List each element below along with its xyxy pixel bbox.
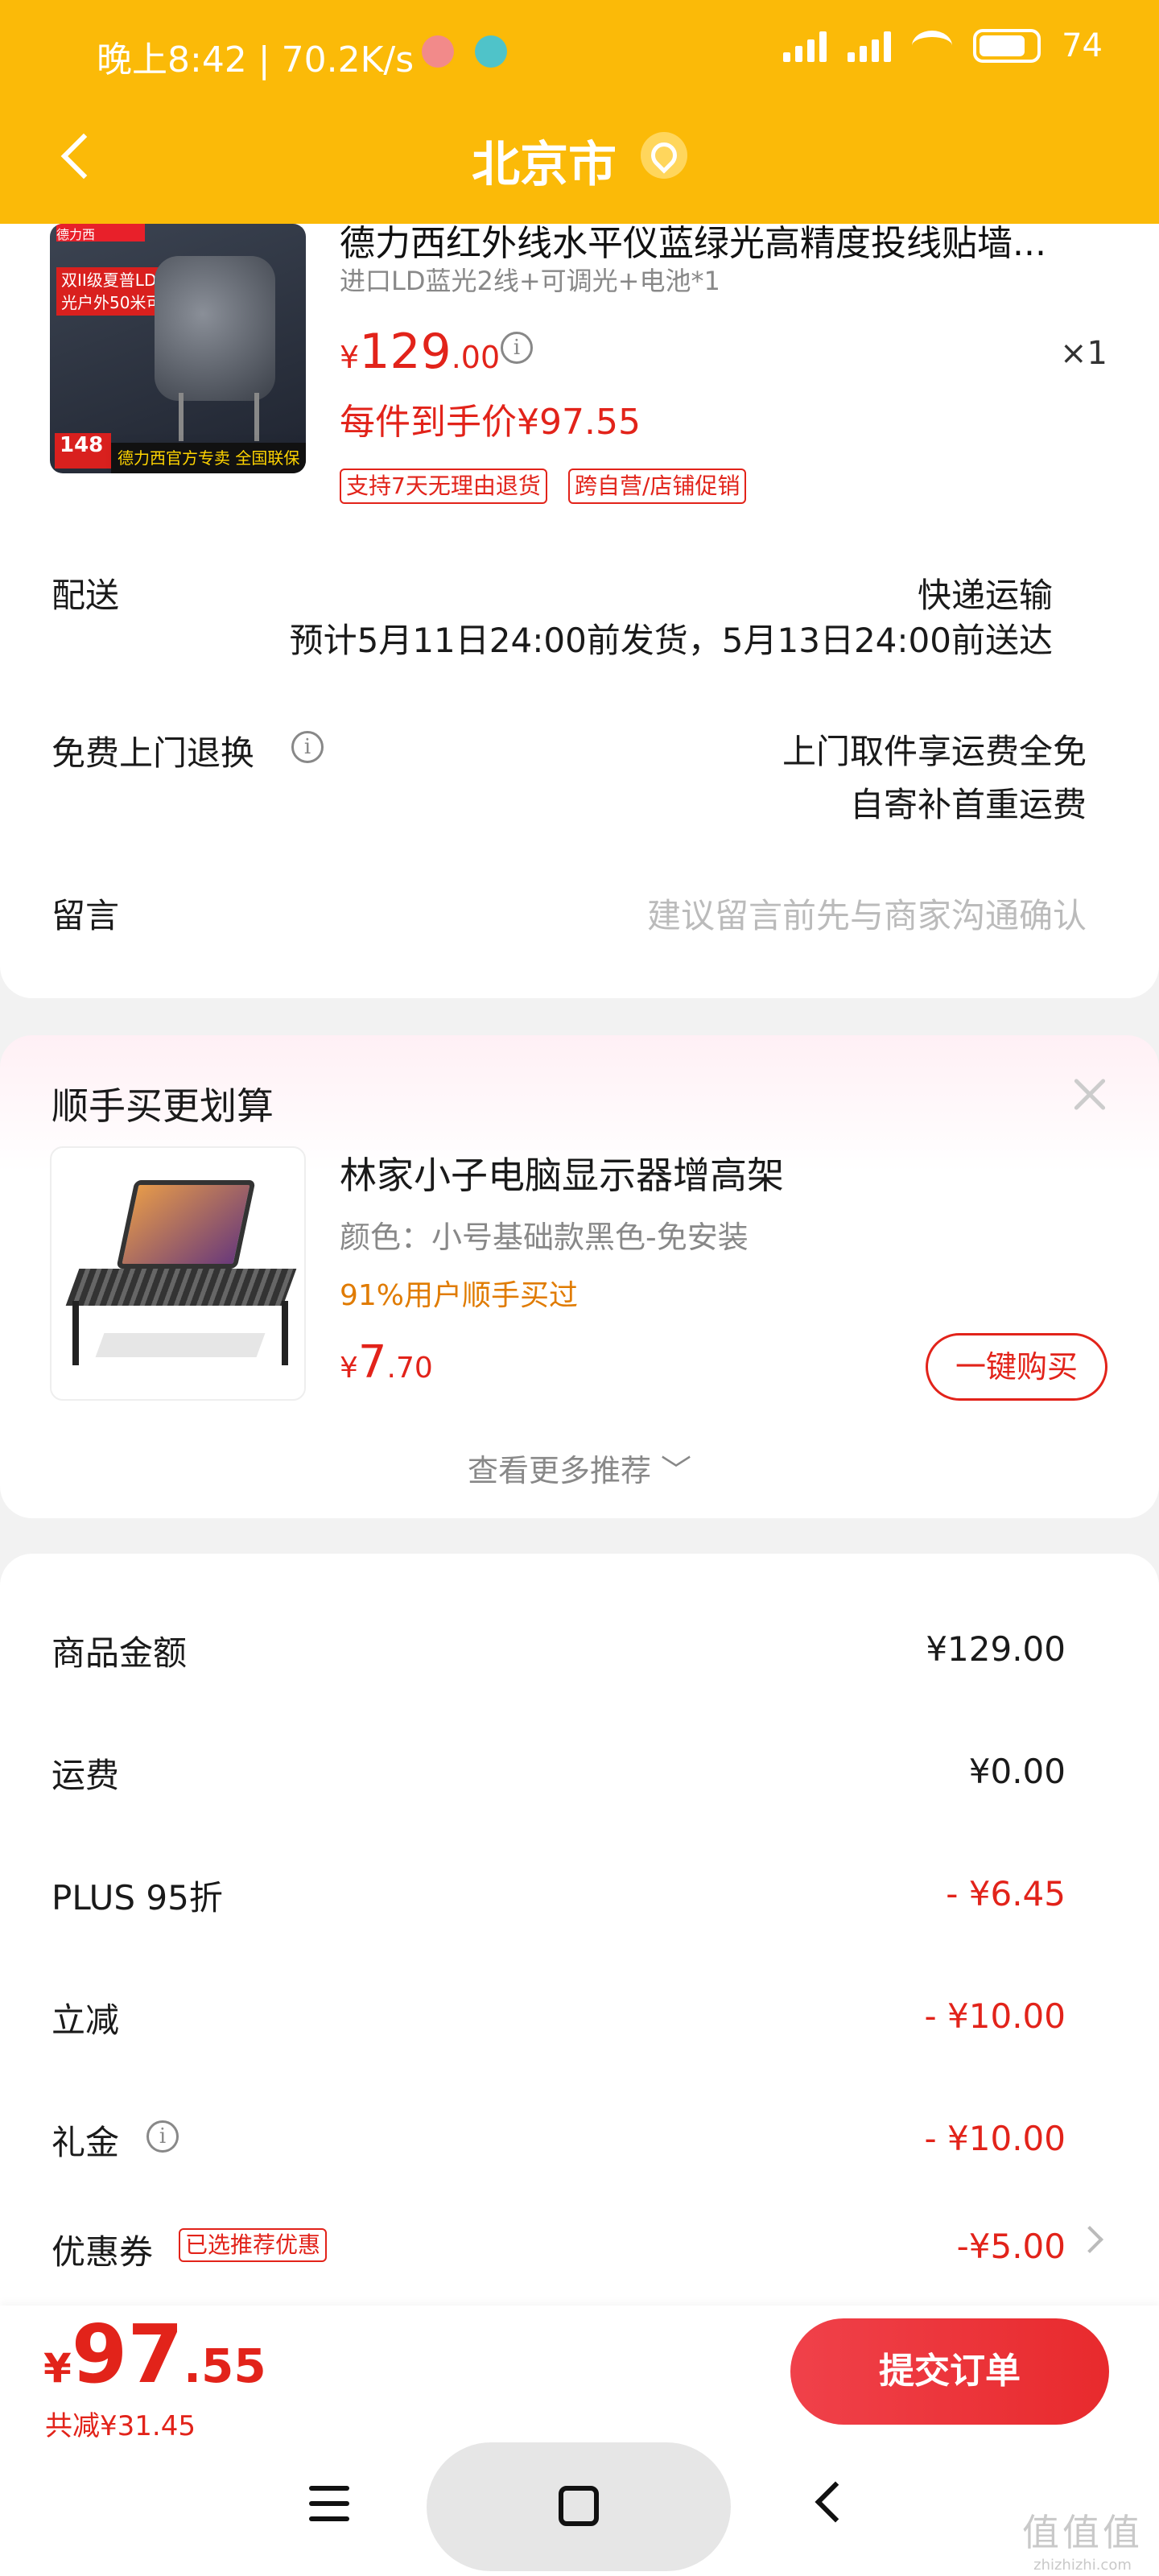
menu-icon[interactable]	[309, 2486, 349, 2521]
one-click-buy-button[interactable]: 一键购买	[926, 1333, 1107, 1401]
app-notification-icon	[475, 35, 507, 68]
return-service-label: 免费上门退换	[52, 733, 255, 773]
total-saved: 共减¥31.45	[45, 2410, 196, 2442]
laptop-graphic	[116, 1180, 256, 1269]
summary-value-discount: - ¥10.00	[924, 1996, 1066, 2036]
summary-label-goods: 商品金额	[52, 1633, 188, 1673]
signal-2-icon	[848, 30, 892, 62]
summary-label-discount: 立减	[52, 2000, 120, 2040]
app-header: 晚上8:42 | 70.2K/s 74 北京市	[0, 0, 1159, 224]
delivery-eta[interactable]: 预计5月11日24:00前发货，5月13日24:00前送达	[290, 613, 1053, 663]
delivery-label: 配送	[52, 576, 120, 615]
battery-level: 74	[1062, 27, 1103, 64]
product-image-footer: 德力西官方专卖 全国联保	[111, 443, 306, 473]
return-policy-tag: 支持7天无理由退货	[340, 469, 547, 504]
status-time: 晚上8:42 | 70.2K/s	[97, 39, 415, 80]
message-input[interactable]: 建议留言前先与商家沟通确认	[647, 889, 1087, 938]
watermark-logo: 值值值	[1022, 2511, 1143, 2554]
status-icons: 74	[783, 27, 1103, 64]
laser-level-graphic	[155, 256, 275, 401]
summary-label-plus: PLUS 95折	[52, 1878, 223, 1918]
location-icon[interactable]	[641, 132, 687, 179]
more-recommend-link[interactable]: 查看更多推荐 ﹀	[0, 1446, 1159, 1490]
return-service-line2: 自寄补首重运费	[849, 785, 1087, 824]
message-label: 留言	[52, 896, 120, 935]
signal-icon	[783, 30, 827, 62]
gift-info-icon[interactable]: i	[146, 2120, 179, 2153]
recommend-bought-rate: 91%用户顺手买过	[340, 1279, 579, 1312]
product-image-brand: 德力西	[56, 224, 145, 242]
recommend-product-price: ¥7.70	[340, 1336, 433, 1389]
stand-graphic	[65, 1269, 297, 1306]
summary-label-shipping: 运费	[52, 1756, 120, 1795]
stand-leg	[282, 1301, 288, 1365]
recommend-product-title[interactable]: 林家小子电脑显示器增高架	[340, 1146, 784, 1199]
submit-order-button[interactable]: 提交订单	[790, 2318, 1109, 2425]
net-price: 每件到手价¥97.55	[340, 402, 641, 443]
price-info-icon[interactable]: i	[501, 332, 533, 364]
recommend-product-spec[interactable]: 颜色：小号基础款黑色-免安装	[340, 1212, 749, 1257]
back-button[interactable]	[56, 129, 92, 185]
return-info-icon[interactable]: i	[291, 731, 324, 763]
summary-value-shipping: ¥0.00	[968, 1752, 1066, 1791]
summary-value-goods: ¥129.00	[926, 1629, 1066, 1669]
recommend-product-image[interactable]	[50, 1146, 306, 1401]
delivery-method[interactable]: 快递运输	[918, 568, 1053, 617]
keyboard-graphic	[95, 1333, 266, 1357]
total-price: ¥97.55	[43, 2307, 266, 2401]
product-quantity: ×1	[1060, 335, 1107, 372]
summary-label-gift: 礼金	[52, 2123, 120, 2162]
summary-value-coupon[interactable]: -¥5.00	[957, 2227, 1066, 2266]
watermark-url: zhizhizhi.com	[1033, 2557, 1132, 2574]
product-image[interactable]: 德力西 双II级夏普LD蓝光 阳光户外50米可视 148 德力西官方专卖 全国联…	[50, 224, 306, 473]
notification-icon	[422, 35, 454, 68]
return-service-line1: 上门取件享运费全免	[782, 732, 1087, 771]
wifi-icon	[912, 31, 953, 61]
recommend-title: 顺手买更划算	[52, 1084, 274, 1128]
product-spec: 进口LD蓝光2线+可调光+电池*1	[340, 266, 720, 296]
watermark: 值值值 zhizhizhi.com	[1022, 2504, 1143, 2574]
home-icon[interactable]	[559, 2486, 599, 2526]
summary-value-plus: - ¥6.45	[946, 1874, 1066, 1913]
product-price: ¥129.00	[340, 324, 501, 380]
close-icon[interactable]	[1066, 1071, 1114, 1119]
promotion-tag: 跨自营/店铺促销	[568, 469, 747, 504]
coupon-tag: 已选推荐优惠	[179, 2228, 328, 2262]
city-label[interactable]: 北京市	[472, 126, 617, 196]
battery-icon	[973, 29, 1041, 63]
product-image-badge: 148	[55, 433, 111, 469]
summary-value-gift: - ¥10.00	[924, 2119, 1066, 2158]
stand-leg	[72, 1301, 79, 1365]
summary-label-coupon: 优惠券	[52, 2232, 154, 2272]
tripod-graphic	[179, 393, 259, 441]
